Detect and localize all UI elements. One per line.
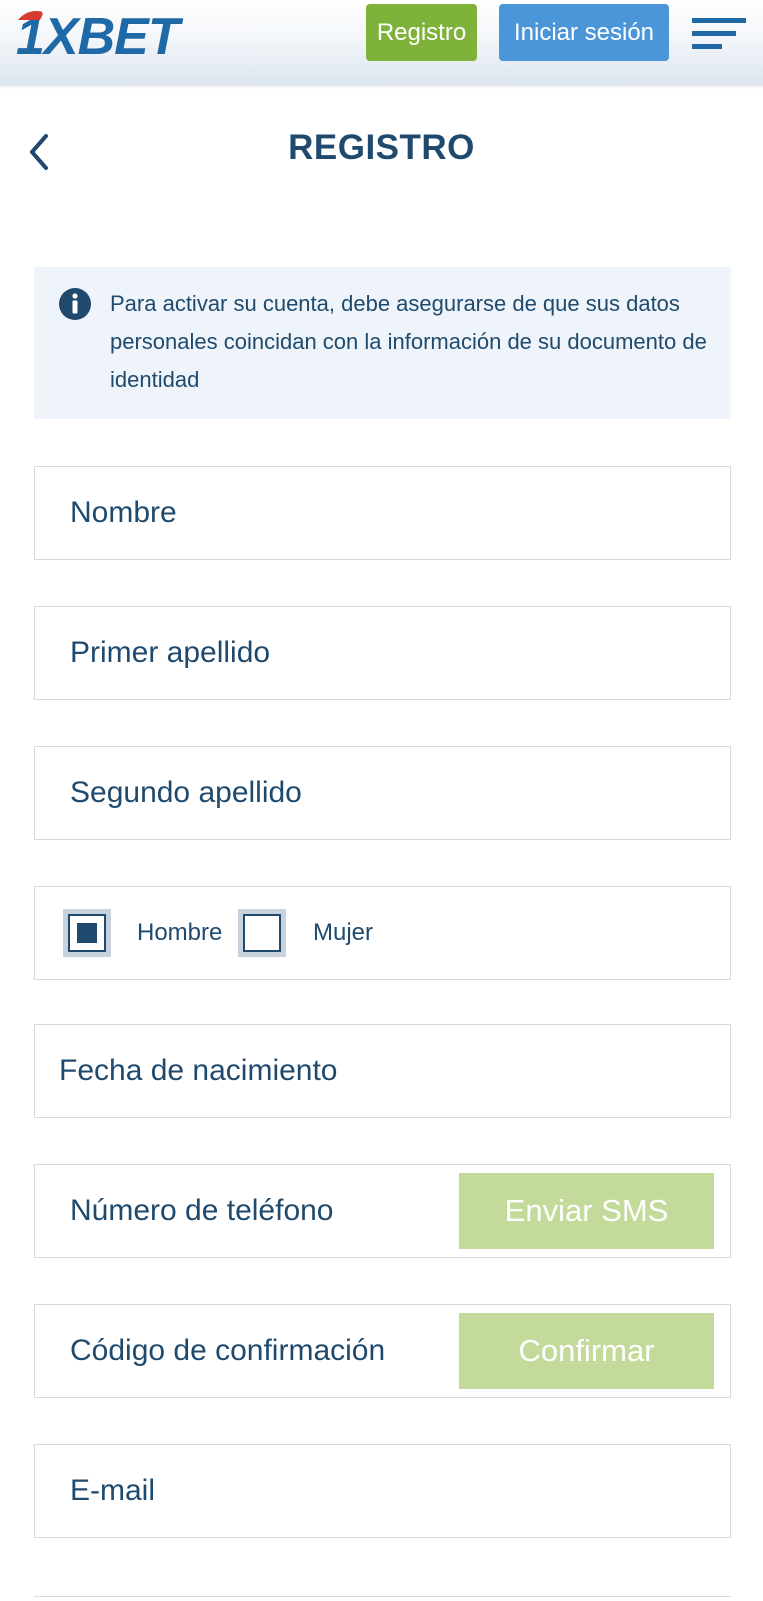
page-title: REGISTRO bbox=[288, 128, 475, 167]
info-notice: Para activar su cuenta, debe asegurarse … bbox=[34, 267, 731, 419]
hamburger-menu-icon[interactable] bbox=[688, 14, 748, 54]
second-surname-field[interactable]: Segundo apellido bbox=[34, 746, 731, 840]
male-checkbox[interactable] bbox=[63, 909, 111, 957]
confirmation-code-placeholder: Código de confirmación bbox=[70, 1334, 386, 1367]
female-checkbox[interactable] bbox=[238, 909, 286, 957]
confirm-button[interactable]: Confirmar bbox=[459, 1313, 714, 1389]
birth-date-placeholder: Fecha de nacimiento bbox=[59, 1054, 338, 1087]
login-button[interactable]: Iniciar sesión bbox=[499, 4, 669, 61]
info-text: Para activar su cuenta, debe asegurarse … bbox=[110, 291, 707, 392]
send-sms-button[interactable]: Enviar SMS bbox=[459, 1173, 714, 1249]
female-label[interactable]: Mujer bbox=[313, 887, 373, 979]
logo[interactable]: 1XBET bbox=[14, 6, 220, 66]
second-surname-placeholder: Segundo apellido bbox=[70, 776, 302, 809]
email-field[interactable]: E-mail bbox=[34, 1444, 731, 1538]
first-surname-placeholder: Primer apellido bbox=[70, 636, 271, 669]
first-name-placeholder: Nombre bbox=[70, 496, 177, 529]
email-placeholder: E-mail bbox=[70, 1474, 156, 1507]
first-surname-field[interactable]: Primer apellido bbox=[34, 606, 731, 700]
gender-selector: Hombre Mujer bbox=[34, 886, 731, 980]
next-field-edge bbox=[34, 1596, 731, 1601]
male-label[interactable]: Hombre bbox=[137, 887, 222, 979]
phone-number-placeholder: Número de teléfono bbox=[70, 1194, 334, 1227]
phone-number-field[interactable]: Número de teléfono Enviar SMS bbox=[34, 1164, 731, 1258]
register-button[interactable]: Registro bbox=[366, 4, 477, 61]
confirmation-code-field[interactable]: Código de confirmación Confirmar bbox=[34, 1304, 731, 1398]
info-icon bbox=[59, 288, 91, 320]
top-header: 1XBET Registro Iniciar sesión bbox=[0, 0, 763, 86]
birth-date-field[interactable]: Fecha de nacimiento bbox=[34, 1024, 731, 1118]
first-name-field[interactable]: Nombre bbox=[34, 466, 731, 560]
